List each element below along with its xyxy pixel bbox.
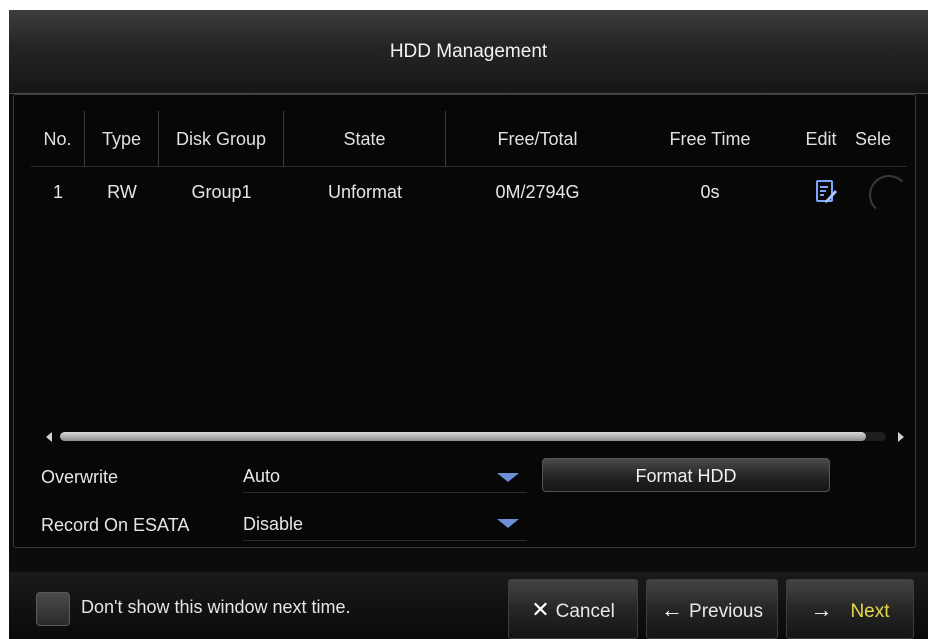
record-on-esata-label: Record On ESATA [41,515,190,535]
table-row[interactable]: 1 RW Group1 Unformat 0M/2794G 0s [31,167,909,217]
column-header-free-time: Free Time [669,129,751,149]
cell-type: RW [107,182,137,202]
overwrite-label: Overwrite [41,467,119,487]
select-radio[interactable] [869,175,909,215]
cell-disk-group: Group1 [191,182,252,202]
column-header-no: No. [31,111,85,167]
cancel-label: Cancel [555,601,615,622]
overwrite-value: Auto [243,466,281,486]
previous-label: Previous [689,601,763,622]
window-title: HDD Management [389,41,548,62]
horizontal-scrollbar[interactable] [44,428,906,446]
next-label: Next [850,601,890,622]
arrow-left-icon: ← [661,597,684,622]
scroll-left-icon[interactable] [46,432,52,442]
cell-free-total: 0M/2794G [495,182,580,202]
edit-icon[interactable] [816,180,838,204]
dont-show-label: Don't show this window next time. [81,597,351,617]
table-header: No. Type Disk Group State Free/Total Fre… [31,111,907,167]
next-button[interactable]: → Next [786,579,914,639]
cell-no: 1 [52,182,63,202]
chevron-down-icon[interactable] [497,473,519,482]
close-icon: ✕ [531,597,550,622]
format-hdd-button[interactable]: Format HDD [542,458,830,492]
scroll-right-icon[interactable] [898,432,904,442]
column-header-type: Type [85,111,159,167]
arrow-right-icon: → [810,597,833,622]
column-header-disk-group: Disk Group [159,111,284,167]
chevron-down-icon[interactable] [497,519,519,528]
column-header-edit: Edit [805,129,837,149]
overwrite-select[interactable]: Auto [243,459,527,493]
scrollbar-thumb[interactable] [60,432,866,441]
previous-button[interactable]: ← Previous [646,579,778,639]
column-header-state: State [284,111,446,167]
record-on-esata-select[interactable]: Disable [243,507,527,541]
column-header-free-total: Free/Total [497,129,578,149]
dont-show-checkbox[interactable] [36,592,70,626]
cancel-button[interactable]: ✕ Cancel [508,579,638,639]
cell-state: Unformat [327,182,403,202]
title-bar: HDD Management [9,10,928,94]
column-header-select: Sele [855,129,892,149]
cell-free-time: 0s [700,182,720,202]
record-on-esata-value: Disable [243,514,304,534]
